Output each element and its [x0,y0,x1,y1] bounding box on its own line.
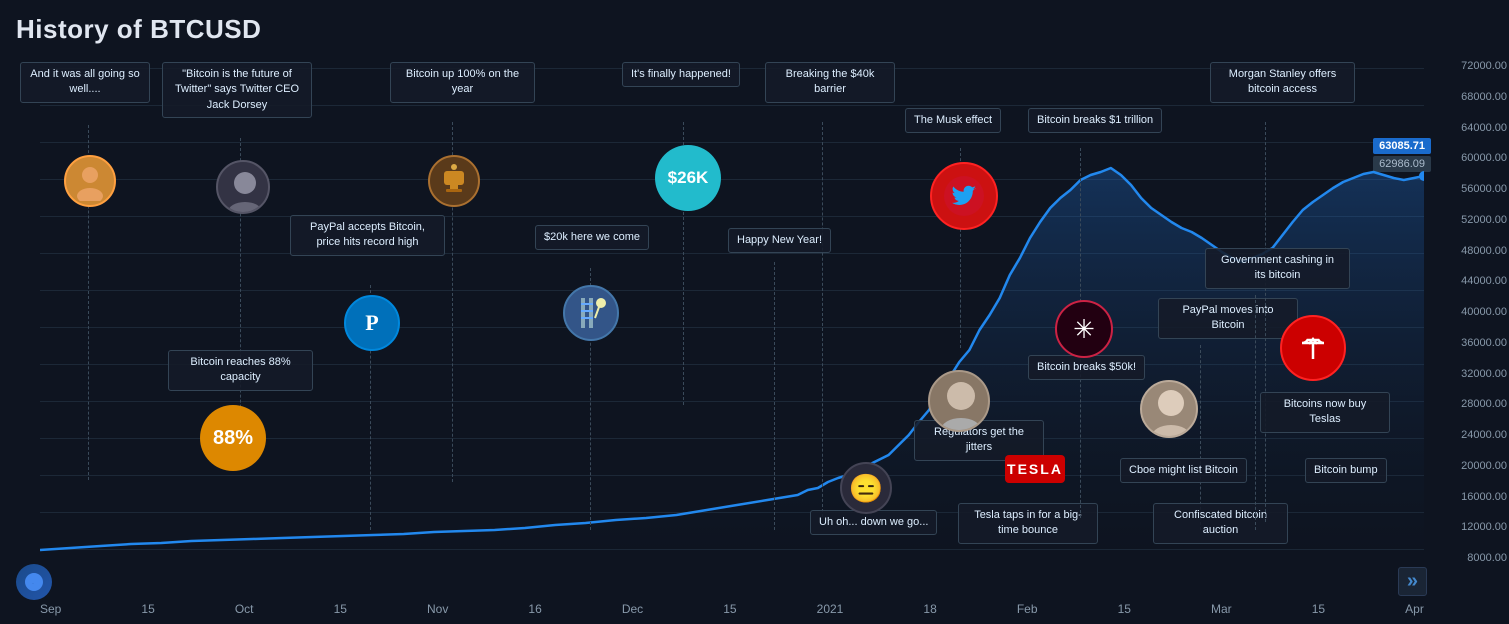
icon-a6 [563,285,619,341]
annotation-a15-text: Bitcoin breaks $50k! [1037,361,1136,373]
x-label-mar: Mar [1211,602,1232,616]
y-label-60k: 60000.00 [1461,152,1507,164]
annotation-a8-text: Breaking the $40k barrier [786,68,875,95]
y-label-40k: 40000.00 [1461,306,1507,318]
y-label-28k: 28000.00 [1461,398,1507,410]
y-label-68k: 68000.00 [1461,91,1507,103]
annotation-a2: "Bitcoin is the future of Twitter" says … [162,62,312,118]
annotation-a6: $20k here we come [535,225,649,250]
y-label-20k: 20000.00 [1461,460,1507,472]
chart-title: History of BTCUSD [16,14,261,45]
icon-tesla-main [1280,315,1346,381]
annotation-a5: Bitcoin reaches 88% capacity [168,350,313,391]
annotation-a13-text: Tesla taps in for a big-time bounce [974,509,1082,536]
x-label-18: 18 [923,602,936,616]
x-label-sep: Sep [40,602,61,616]
y-label-44k: 44000.00 [1461,275,1507,287]
annotation-a17: Cboe might list Bitcoin [1120,458,1247,483]
annotation-a20-text: Government cashing in its bitcoin [1221,254,1334,281]
x-label-apr: Apr [1405,602,1424,616]
annotation-a7: It's finally happened! [622,62,740,87]
y-label-52k: 52000.00 [1461,214,1507,226]
x-label-nov: Nov [427,602,448,616]
y-axis: 72000.00 68000.00 64000.00 60000.00 5600… [1432,60,1507,564]
btc-bottom-icon [16,564,52,600]
annotation-a22-text: Bitcoin bump [1314,464,1378,476]
icon-26k: $26K [655,145,721,211]
vline-a19 [1265,122,1266,522]
annotation-a20: Government cashing in its bitcoin [1205,248,1350,289]
annotation-a1: And it was all going so well.... [20,62,150,103]
annotation-a4-text: PayPal accepts Bitcoin, price hits recor… [310,221,425,248]
icon-88pct: 88% [200,405,266,471]
y-label-36k: 36000.00 [1461,337,1507,349]
y-label-56k: 56000.00 [1461,183,1507,195]
icon-twitter [930,162,998,230]
icon-50k: ✳ [1055,300,1113,358]
icon-tesla-a13: TESLA [1005,455,1065,483]
x-axis: Sep 15 Oct 15 Nov 16 Dec 15 2021 18 Feb … [40,602,1424,616]
x-label-15b: 15 [334,602,347,616]
vline-a20 [1255,295,1256,530]
y-label-16k: 16000.00 [1461,491,1507,503]
x-label-2021: 2021 [817,602,844,616]
icon-a2 [216,160,270,214]
icon-a1 [64,155,116,207]
annotation-a16: PayPal moves into Bitcoin [1158,298,1298,339]
y-label-64k: 64000.00 [1461,122,1507,134]
annotation-a19-text: Morgan Stanley offers bitcoin access [1229,68,1336,95]
y-label-12k: 12000.00 [1461,521,1507,533]
icon-paypal-person [1140,380,1198,438]
x-label-15d: 15 [1118,602,1131,616]
chart-container: History of BTCUSD 72000.00 68000.00 6400… [0,0,1509,624]
annotation-a18-text: Confiscated bitcoin auction [1174,509,1267,536]
annotation-a21-text: Bitcoins now buy Teslas [1284,398,1367,425]
annotation-a10: Uh oh... down we go... [810,510,937,535]
nav-right-button[interactable]: » [1398,567,1427,596]
annotation-a1-text: And it was all going so well.... [30,68,139,95]
annotation-a14-text: Bitcoin breaks $1 trillion [1037,114,1153,126]
annotation-a10-text: Uh oh... down we go... [819,516,928,528]
annotation-a8: Breaking the $40k barrier [765,62,895,103]
annotation-a11-text: The Musk effect [914,114,992,126]
annotation-a6-text: $20k here we come [544,231,640,243]
y-label-24k: 24000.00 [1461,429,1507,441]
x-label-15c: 15 [723,602,736,616]
annotation-a14: Bitcoin breaks $1 trillion [1028,108,1162,133]
vline-a8 [822,122,823,517]
x-label-15a: 15 [141,602,154,616]
y-label-72k: 72000.00 [1461,60,1507,72]
annotation-a22: Bitcoin bump [1305,458,1387,483]
annotation-a18: Confiscated bitcoin auction [1153,503,1288,544]
y-label-8k: 8000.00 [1467,552,1507,564]
annotation-a4: PayPal accepts Bitcoin, price hits recor… [290,215,445,256]
vline-a9 [774,262,775,530]
annotation-a13: Tesla taps in for a big-time bounce [958,503,1098,544]
annotation-a16-text: PayPal moves into Bitcoin [1182,304,1273,331]
icon-regulators [928,370,990,432]
annotation-a21: Bitcoins now buy Teslas [1260,392,1390,433]
icon-sad: 😑 [840,462,892,514]
x-label-dec: Dec [622,602,643,616]
y-label-32k: 32000.00 [1461,368,1507,380]
annotation-a3: Bitcoin up 100% on the year [390,62,535,103]
annotation-a2-text: "Bitcoin is the future of Twitter" says … [175,68,299,111]
annotation-a17-text: Cboe might list Bitcoin [1129,464,1238,476]
x-label-feb: Feb [1017,602,1038,616]
y-label-48k: 48000.00 [1461,245,1507,257]
annotation-a19: Morgan Stanley offers bitcoin access [1210,62,1355,103]
annotation-a7-text: It's finally happened! [631,68,731,80]
annotation-a15: Bitcoin breaks $50k! [1028,355,1145,380]
icon-paypal: P [344,295,400,351]
annotation-a5-text: Bitcoin reaches 88% capacity [190,356,290,383]
annotation-a3-text: Bitcoin up 100% on the year [406,68,519,95]
annotation-a9-text: Happy New Year! [737,234,822,246]
annotation-a11: The Musk effect [905,108,1001,133]
icon-a3 [428,155,480,207]
x-label-oct: Oct [235,602,254,616]
annotation-a9: Happy New Year! [728,228,831,253]
x-label-16: 16 [528,602,541,616]
x-label-15e: 15 [1312,602,1325,616]
